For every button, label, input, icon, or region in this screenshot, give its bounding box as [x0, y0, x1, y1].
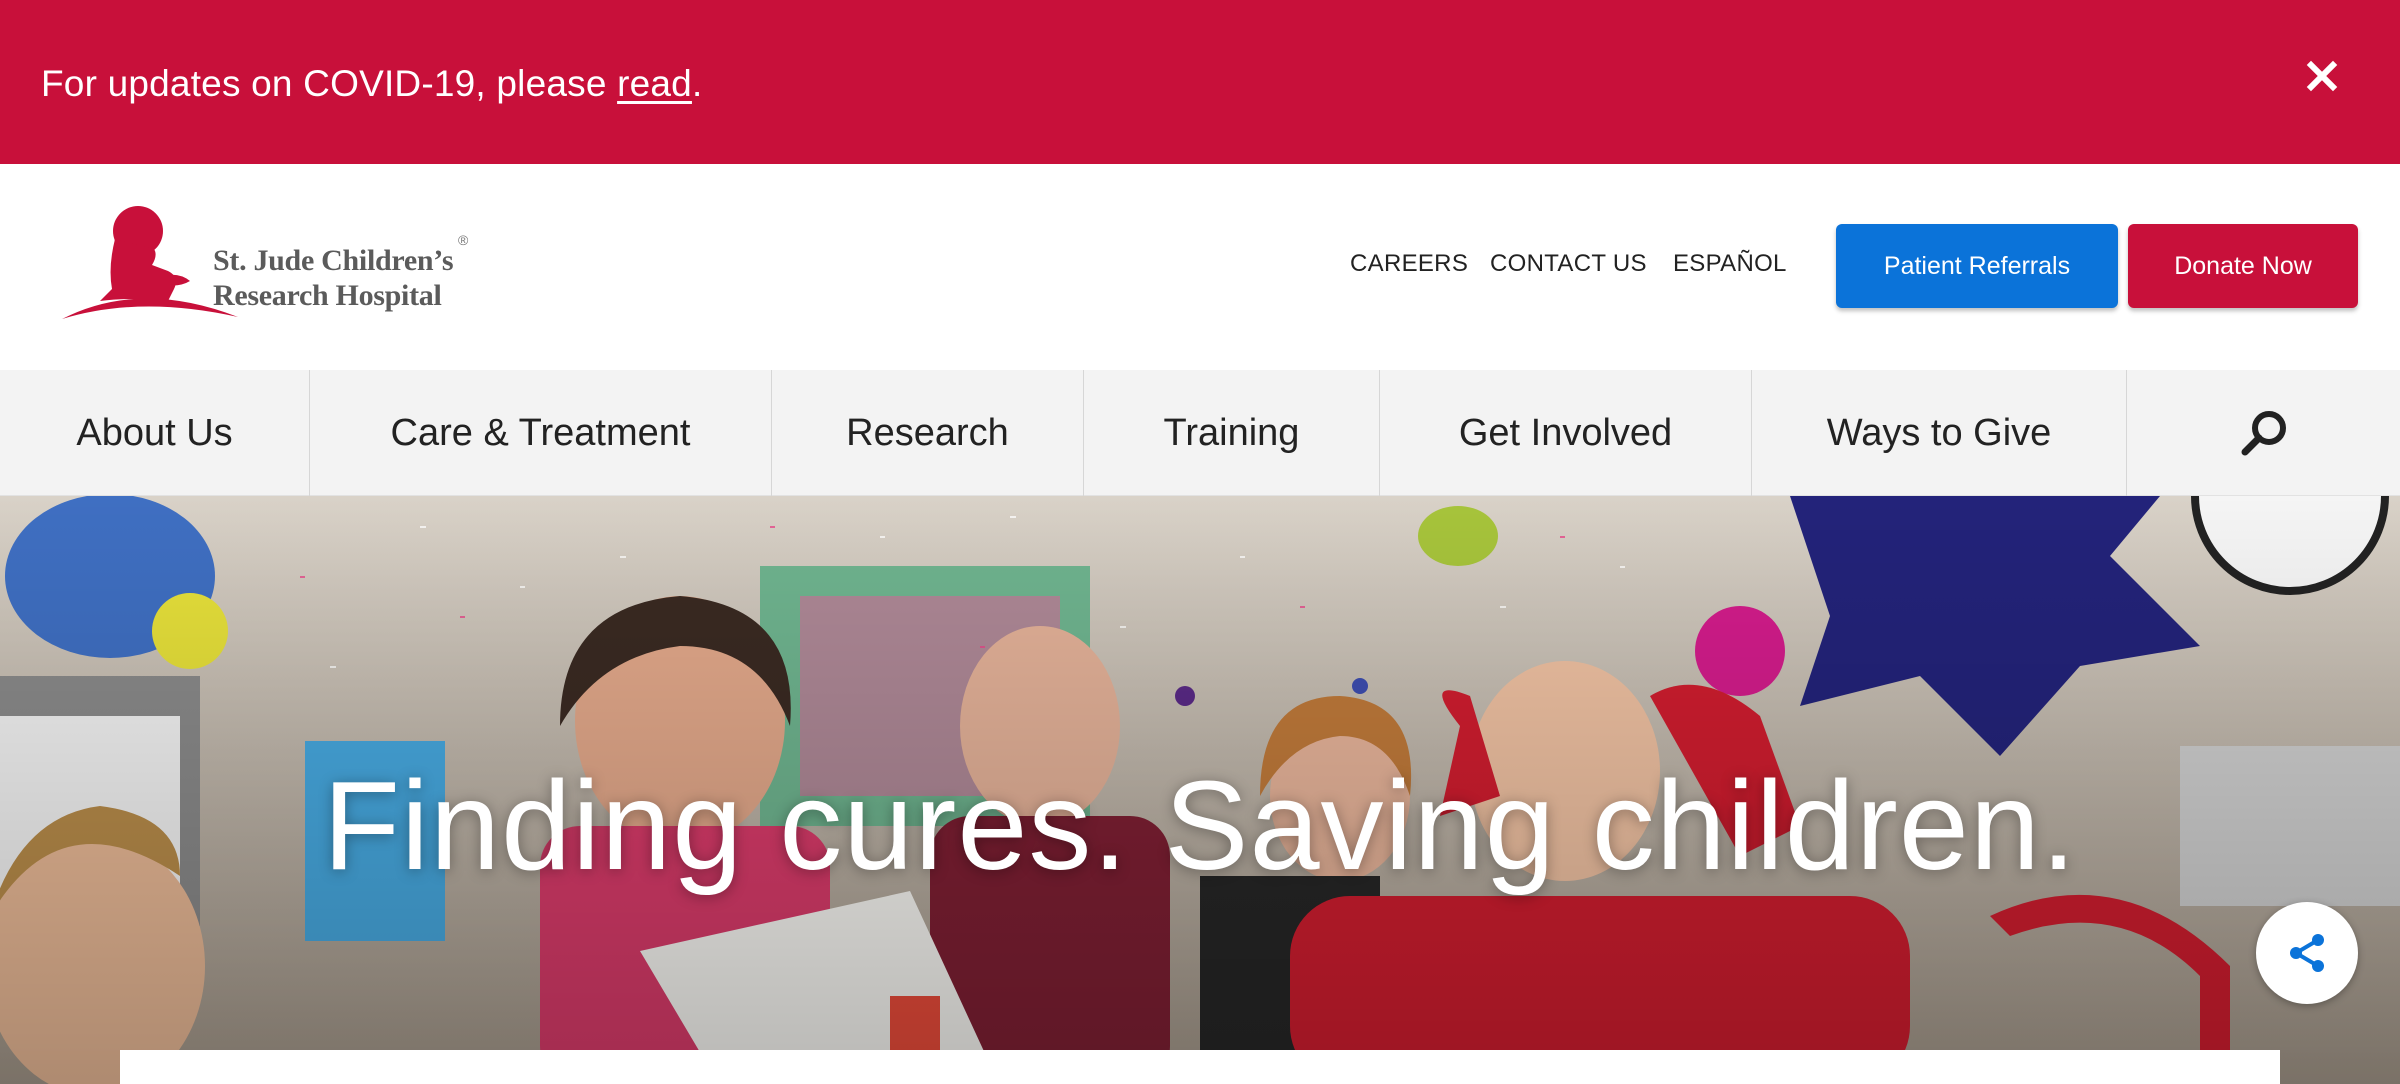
- donate-now-button[interactable]: Donate Now: [2128, 224, 2358, 308]
- alert-read-link[interactable]: read: [617, 63, 692, 104]
- close-icon[interactable]: [2302, 56, 2342, 96]
- st-jude-logo[interactable]: St. Jude Children’s Research Hospital ®: [40, 189, 480, 329]
- hero-title: Finding cures. Saving children.: [323, 755, 2077, 896]
- nav-item-care-treatment[interactable]: Care & Treatment: [310, 370, 772, 496]
- covid-alert-bar: For updates on COVID-19, please read.: [0, 0, 2400, 164]
- nav-item-get-involved[interactable]: Get Involved: [1380, 370, 1752, 496]
- alert-text-after: .: [691, 63, 703, 104]
- patient-referrals-button[interactable]: Patient Referrals: [1836, 224, 2118, 308]
- share-icon: [2290, 934, 2324, 972]
- main-nav: About Us Care & Treatment Research Train…: [0, 370, 2400, 496]
- hero-banner: Finding cures. Saving children.: [0, 496, 2400, 1084]
- logo-line-1: St. Jude Children’s: [213, 244, 454, 277]
- careers-link[interactable]: CAREERS: [1350, 250, 1468, 278]
- nav-item-about-us[interactable]: About Us: [0, 370, 310, 496]
- logo-line-2: Research Hospital: [213, 279, 442, 312]
- search-icon: [2241, 411, 2286, 456]
- espanol-link[interactable]: ESPAÑOL: [1673, 250, 1787, 278]
- nav-item-ways-to-give[interactable]: Ways to Give: [1752, 370, 2127, 496]
- search-button[interactable]: [2127, 370, 2400, 496]
- share-button[interactable]: [2256, 902, 2358, 1004]
- contact-us-link[interactable]: CONTACT US: [1490, 250, 1647, 278]
- content-card-top: [120, 1050, 2280, 1084]
- alert-text-before: For updates on COVID-19, please: [41, 63, 618, 104]
- site-header: St. Jude Children’s Research Hospital ® …: [0, 164, 2400, 370]
- alert-message: For updates on COVID-19, please read.: [41, 60, 702, 108]
- logo-wordmark: St. Jude Children’s Research Hospital: [213, 243, 454, 313]
- child-silhouette-logo-icon: [62, 206, 238, 319]
- registered-mark: ®: [458, 232, 469, 248]
- nav-item-training[interactable]: Training: [1084, 370, 1380, 496]
- nav-item-research[interactable]: Research: [772, 370, 1084, 496]
